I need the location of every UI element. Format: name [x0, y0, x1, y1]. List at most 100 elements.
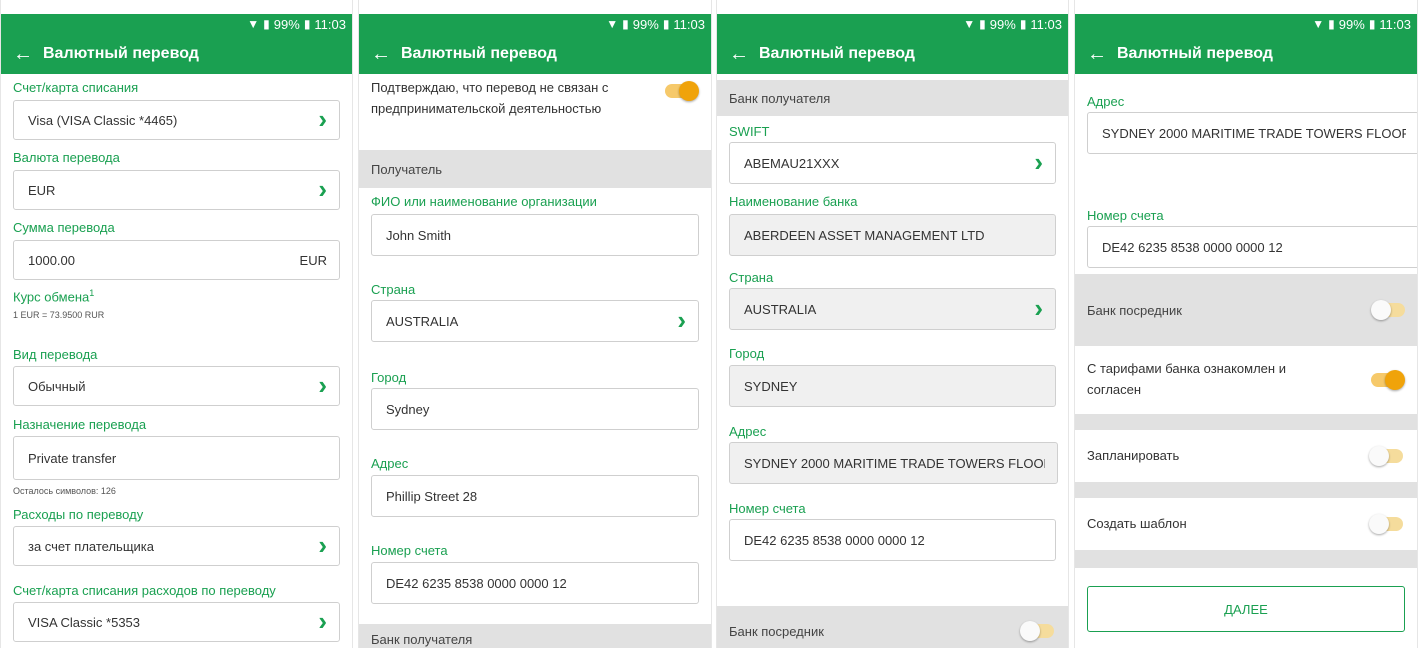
transfer-type-label: Вид перевода: [13, 347, 98, 362]
chevron-right-icon: ›: [1034, 292, 1043, 323]
battery-level: 99%: [273, 16, 300, 32]
intermediary-toggle[interactable]: [1020, 621, 1054, 641]
back-arrow-icon[interactable]: ←: [1087, 44, 1107, 64]
clock: 11:03: [1030, 16, 1062, 32]
account-value: DE42 6235 8538 0000 0000 12: [1102, 239, 1283, 255]
recipient-section-header: Получатель: [359, 150, 711, 188]
address-label: Адрес: [371, 456, 409, 471]
intermediary-toggle[interactable]: [1371, 300, 1405, 320]
bank-section-header: Банк получателя: [359, 624, 711, 648]
debit-account-label: Счет/карта списания: [13, 80, 139, 95]
bank-name-label: Наименование банка: [729, 194, 858, 209]
screen-4: ▼ ▮ 99% ▮ 11:03 ← Валютный перевод Адрес…: [1074, 0, 1418, 648]
intermediary-row: Банк посредник: [1075, 274, 1417, 346]
chars-left: Осталось символов: 126: [13, 486, 116, 496]
bank-form: Банк получателя SWIFT ABEMAU21XXX › Наим…: [717, 74, 1068, 648]
battery-saver-icon: ▮: [979, 17, 986, 31]
page-title: Валютный перевод: [401, 45, 557, 62]
screen-2: ▼ ▮ 99% ▮ 11:03 ← Валютный перевод Подтв…: [358, 0, 712, 648]
address-field: SYDNEY 2000 MARITIME TRADE TOWERS FLOOR …: [1087, 112, 1417, 154]
intermediary-label: Банк посредник: [1087, 302, 1182, 318]
currency-value: EUR: [28, 182, 56, 198]
screen-3: ▼ ▮ 99% ▮ 11:03 ← Валютный перевод Банк …: [716, 0, 1069, 648]
tariffs-toggle[interactable]: [1371, 370, 1405, 390]
page-title: Валютный перевод: [43, 45, 199, 62]
app-bar: ← Валютный перевод: [1075, 34, 1417, 74]
purpose-label: Назначение перевода: [13, 417, 147, 432]
chevron-right-icon: ›: [318, 173, 327, 204]
purpose-input[interactable]: Private transfer: [13, 436, 340, 480]
wifi-icon: ▼: [1312, 17, 1325, 31]
account-label: Номер счета: [729, 501, 806, 516]
name-label: ФИО или наименование организации: [371, 194, 597, 209]
address-input[interactable]: Phillip Street 28: [371, 475, 699, 517]
battery-icon: ▮: [303, 17, 311, 31]
account-value: DE42 6235 8538 0000 0000 12: [386, 575, 567, 591]
next-button[interactable]: ДАЛЕЕ: [1087, 586, 1405, 632]
intermediary-label: Банк посредник: [729, 623, 824, 639]
account-input[interactable]: DE42 6235 8538 0000 0000 12: [371, 562, 699, 604]
country-select[interactable]: AUSTRALIA ›: [371, 300, 699, 342]
address-label: Адрес: [729, 424, 767, 439]
back-arrow-icon[interactable]: ←: [729, 44, 749, 64]
account-label: Номер счета: [1087, 208, 1164, 223]
fee-account-value: VISA Classic *5353: [28, 614, 141, 630]
amount-label: Сумма перевода: [13, 220, 115, 235]
fee-account-select[interactable]: VISA Classic *5353 ›: [13, 602, 340, 642]
country-select[interactable]: AUSTRALIA ›: [729, 288, 1056, 330]
wifi-icon: ▼: [963, 17, 976, 31]
swift-select[interactable]: ABEMAU21XXX ›: [729, 142, 1056, 184]
city-field: SYDNEY: [729, 365, 1056, 407]
currency-label: Валюта перевода: [13, 150, 120, 165]
app-bar: ← Валютный перевод: [717, 34, 1068, 74]
chevron-right-icon: ›: [318, 605, 327, 636]
status-bar: ▼ ▮ 99% ▮ 11:03: [1, 14, 352, 34]
debit-account-value: Visa (VISA Classic *4465): [28, 112, 178, 128]
city-value: SYDNEY: [744, 378, 798, 394]
intermediary-row: Банк посредник: [717, 606, 1068, 648]
battery-icon: ▮: [1368, 17, 1376, 31]
confirm-toggle[interactable]: [665, 81, 699, 101]
battery-icon: ▮: [1019, 17, 1027, 31]
account-label: Номер счета: [371, 543, 448, 558]
bank-section-header: Банк получателя: [717, 80, 1068, 116]
schedule-label: Запланировать: [1087, 447, 1180, 463]
country-value: AUSTRALIA: [386, 313, 459, 329]
wifi-icon: ▼: [606, 17, 619, 31]
battery-saver-icon: ▮: [263, 17, 270, 31]
status-bar: ▼ ▮ 99% ▮ 11:03: [717, 14, 1068, 34]
schedule-row: Запланировать: [1075, 430, 1417, 482]
swift-label: SWIFT: [729, 124, 770, 139]
currency-select[interactable]: EUR ›: [13, 170, 340, 210]
back-arrow-icon[interactable]: ←: [13, 44, 33, 64]
app-bar: ← Валютный перевод: [1, 34, 352, 74]
transfer-type-select[interactable]: Обычный ›: [13, 366, 340, 406]
city-value: Sydney: [386, 401, 430, 417]
options-form: Адрес SYDNEY 2000 MARITIME TRADE TOWERS …: [1075, 74, 1417, 648]
address-label: Адрес: [1087, 94, 1125, 109]
bank-name-field: ABERDEEN ASSET MANAGEMENT LTD: [729, 214, 1056, 256]
template-toggle[interactable]: [1369, 514, 1403, 534]
fees-select[interactable]: за счет плательщика ›: [13, 526, 340, 566]
city-input[interactable]: Sydney: [371, 388, 699, 430]
debit-account-select[interactable]: Visa (VISA Classic *4465) ›: [13, 100, 340, 140]
back-arrow-icon[interactable]: ←: [371, 44, 391, 64]
clock: 11:03: [314, 16, 346, 32]
swift-value: ABEMAU21XXX: [744, 155, 840, 171]
chevron-right-icon: ›: [318, 103, 327, 134]
account-input[interactable]: DE42 6235 8538 0000 0000 12: [1087, 226, 1417, 268]
fee-account-label: Счет/карта списания расходов по переводу: [13, 583, 276, 598]
chevron-right-icon: ›: [318, 369, 327, 400]
tariffs-row: С тарифами банка ознакомлен и согласен: [1075, 352, 1417, 408]
rate-label-text: Курс обмена: [13, 289, 90, 305]
name-input[interactable]: John Smith: [371, 214, 699, 256]
amount-input[interactable]: 1000.00 EUR: [13, 240, 340, 280]
address-value: SYDNEY 2000 MARITIME TRADE TOWERS FLOOR …: [744, 455, 1045, 471]
bank-name-value: ABERDEEN ASSET MANAGEMENT LTD: [744, 227, 985, 243]
template-label: Создать шаблон: [1087, 515, 1187, 531]
page-title: Валютный перевод: [759, 45, 915, 62]
schedule-toggle[interactable]: [1369, 446, 1403, 466]
confirm-text: Подтверждаю, что перевод не связан с пре…: [371, 80, 609, 116]
account-input[interactable]: DE42 6235 8538 0000 0000 12: [729, 519, 1056, 561]
rate-value: 1 EUR = 73.9500 RUR: [13, 310, 105, 320]
